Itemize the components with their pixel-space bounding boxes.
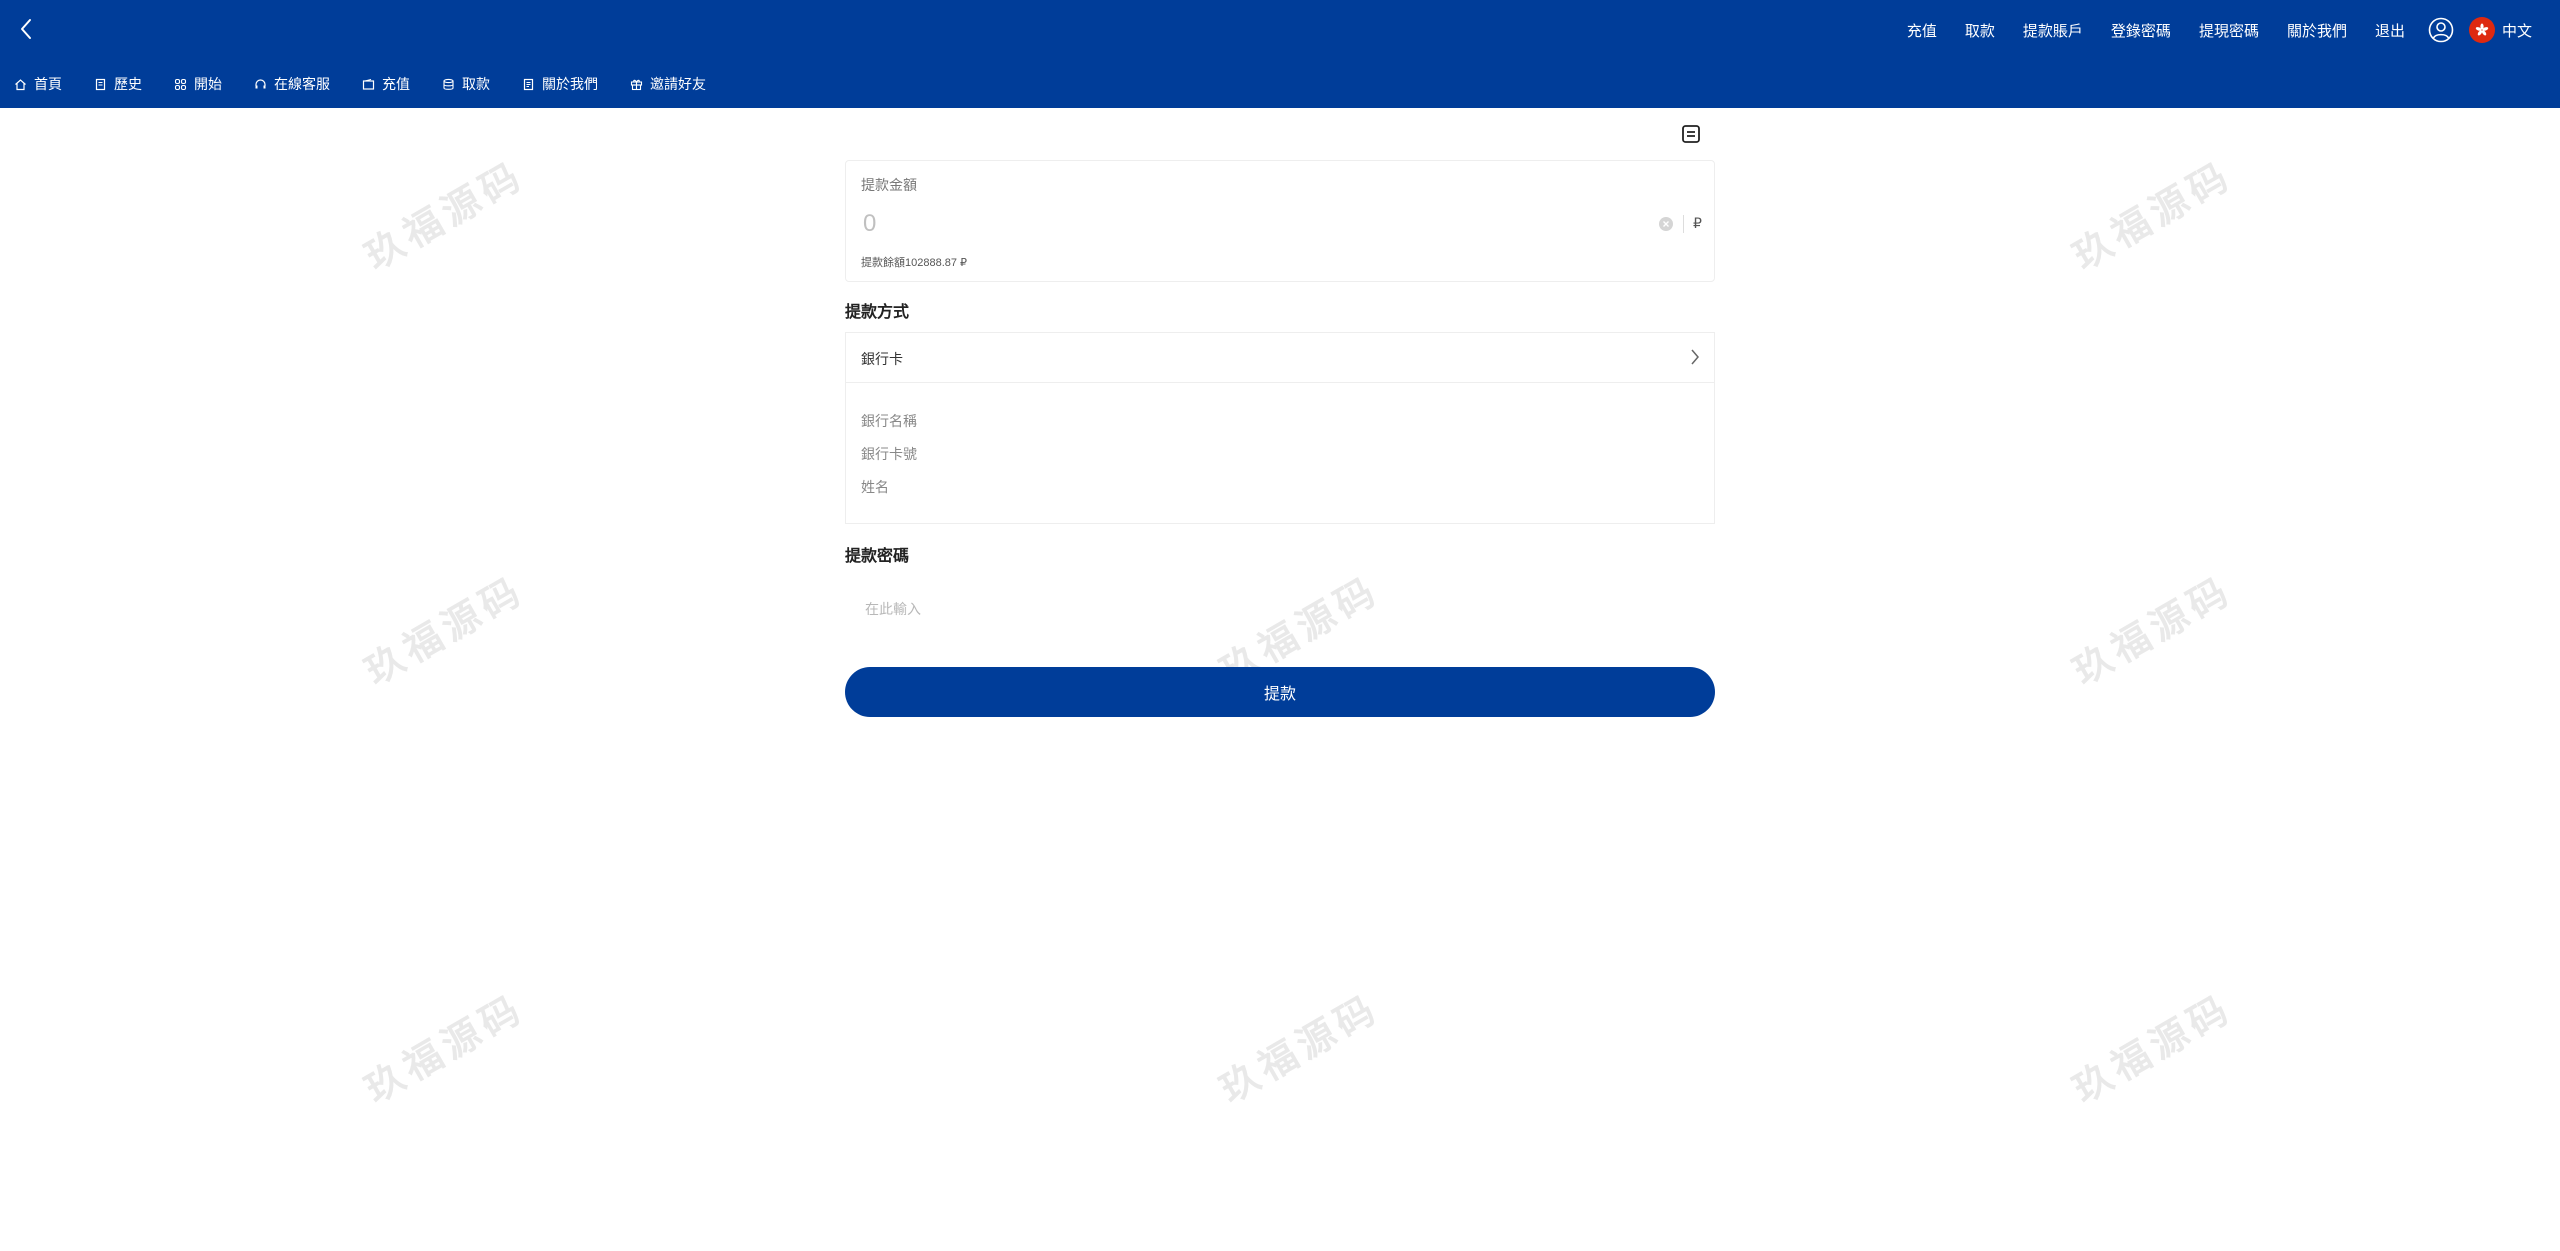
divider — [1683, 215, 1684, 233]
nav-item-recharge[interactable]: 充值 — [362, 74, 410, 94]
amount-label: 提款金額 — [861, 177, 917, 193]
language-switcher[interactable]: 中文 — [2468, 17, 2532, 43]
nav-item-history[interactable]: 歷史 — [94, 74, 142, 94]
chevron-right-icon — [1691, 349, 1699, 365]
top-link-login-password[interactable]: 登錄密碼 — [2111, 20, 2171, 41]
clear-icon[interactable] — [1658, 216, 1674, 232]
nav-item-label: 開始 — [194, 76, 222, 92]
top-link-about[interactable]: 關於我們 — [2287, 20, 2347, 41]
file-icon — [523, 78, 534, 90]
top-link-withdraw-password[interactable]: 提現密碼 — [2199, 20, 2259, 41]
password-title: 提款密碼 — [845, 548, 910, 565]
bank-card-number-label: 銀行卡號 — [861, 446, 917, 462]
watermark: 玖福源码 — [358, 154, 532, 279]
amount-card: 提款金額 ₽ 提款餘額102888.87 ₽ — [845, 160, 1715, 282]
language-label: 中文 — [2501, 22, 2532, 40]
top-menu: 充值 取款 提款賬戶 登錄密碼 提現密碼 關於我們 退出 中文 — [1879, 12, 2532, 48]
nav-item-start[interactable]: 開始 — [174, 74, 222, 94]
watermark: 玖福源码 — [2066, 987, 2240, 1112]
nav-item-label: 首頁 — [34, 76, 62, 92]
back-button[interactable] — [14, 14, 38, 44]
watermark: 玖福源码 — [1213, 987, 1387, 1112]
withdraw-records-button[interactable] — [1679, 122, 1703, 146]
bank-name-label: 銀行名稱 — [861, 413, 917, 429]
headset-icon — [255, 78, 266, 88]
nav-item-label: 邀請好友 — [650, 76, 706, 92]
nav-item-home[interactable]: 首頁 — [14, 74, 62, 94]
list-document-icon — [1682, 125, 1700, 143]
home-icon — [15, 78, 26, 90]
watermark: 玖福源码 — [2066, 154, 2240, 279]
gift-icon — [630, 79, 643, 90]
top-bar: 充值 取款 提款賬戶 登錄密碼 提現密碼 關於我們 退出 中文 — [0, 0, 2560, 60]
database-icon — [443, 78, 454, 90]
nav-item-about[interactable]: 關於我們 — [522, 74, 598, 94]
document-icon — [95, 78, 106, 90]
bank-info-card: 銀行名稱 銀行卡號 姓名 — [845, 382, 1715, 524]
top-link-logout[interactable]: 退出 — [2375, 20, 2405, 41]
nav-item-label: 充值 — [382, 76, 410, 92]
top-link-recharge[interactable]: 充值 — [1907, 20, 1937, 41]
balance-text: 提款餘額102888.87 ₽ — [861, 257, 968, 269]
watermark: 玖福源码 — [358, 987, 532, 1112]
top-link-withdraw-account[interactable]: 提款賬戶 — [2023, 20, 2083, 41]
grid-icon — [174, 78, 187, 90]
withdraw-password-input[interactable] — [845, 586, 1715, 632]
chevron-left-icon — [21, 19, 31, 39]
method-title: 提款方式 — [845, 304, 910, 321]
account-name-label: 姓名 — [861, 479, 889, 495]
nav-item-invite[interactable]: 邀請好友 — [630, 74, 706, 94]
top-link-withdraw[interactable]: 取款 — [1965, 20, 1995, 41]
amount-input[interactable] — [861, 207, 1621, 241]
nav-item-withdraw[interactable]: 取款 — [442, 74, 490, 94]
nav-item-label: 關於我們 — [542, 76, 598, 92]
method-value: 銀行卡 — [861, 351, 903, 367]
nav-bar: 首頁 歷史 開始 在線客服 充值 取款 關於我們 邀請好友 — [0, 68, 738, 100]
watermark: 玖福源码 — [358, 569, 532, 694]
withdraw-submit-button[interactable]: 提款 — [845, 667, 1715, 717]
nav-item-online-service[interactable]: 在線客服 — [254, 74, 330, 94]
user-icon[interactable] — [2427, 16, 2455, 44]
wallet-icon — [362, 78, 375, 90]
hong-kong-flag-icon — [2468, 17, 2495, 43]
nav-item-label: 取款 — [462, 76, 490, 92]
currency-symbol: ₽ — [1693, 215, 1702, 231]
header: 充值 取款 提款賬戶 登錄密碼 提現密碼 關於我們 退出 中文 首頁 歷史 開始… — [0, 0, 2560, 108]
watermark: 玖福源码 — [2066, 569, 2240, 694]
withdraw-method-select[interactable]: 銀行卡 — [845, 332, 1715, 382]
nav-item-label: 歷史 — [114, 76, 142, 92]
nav-item-label: 在線客服 — [274, 76, 330, 92]
